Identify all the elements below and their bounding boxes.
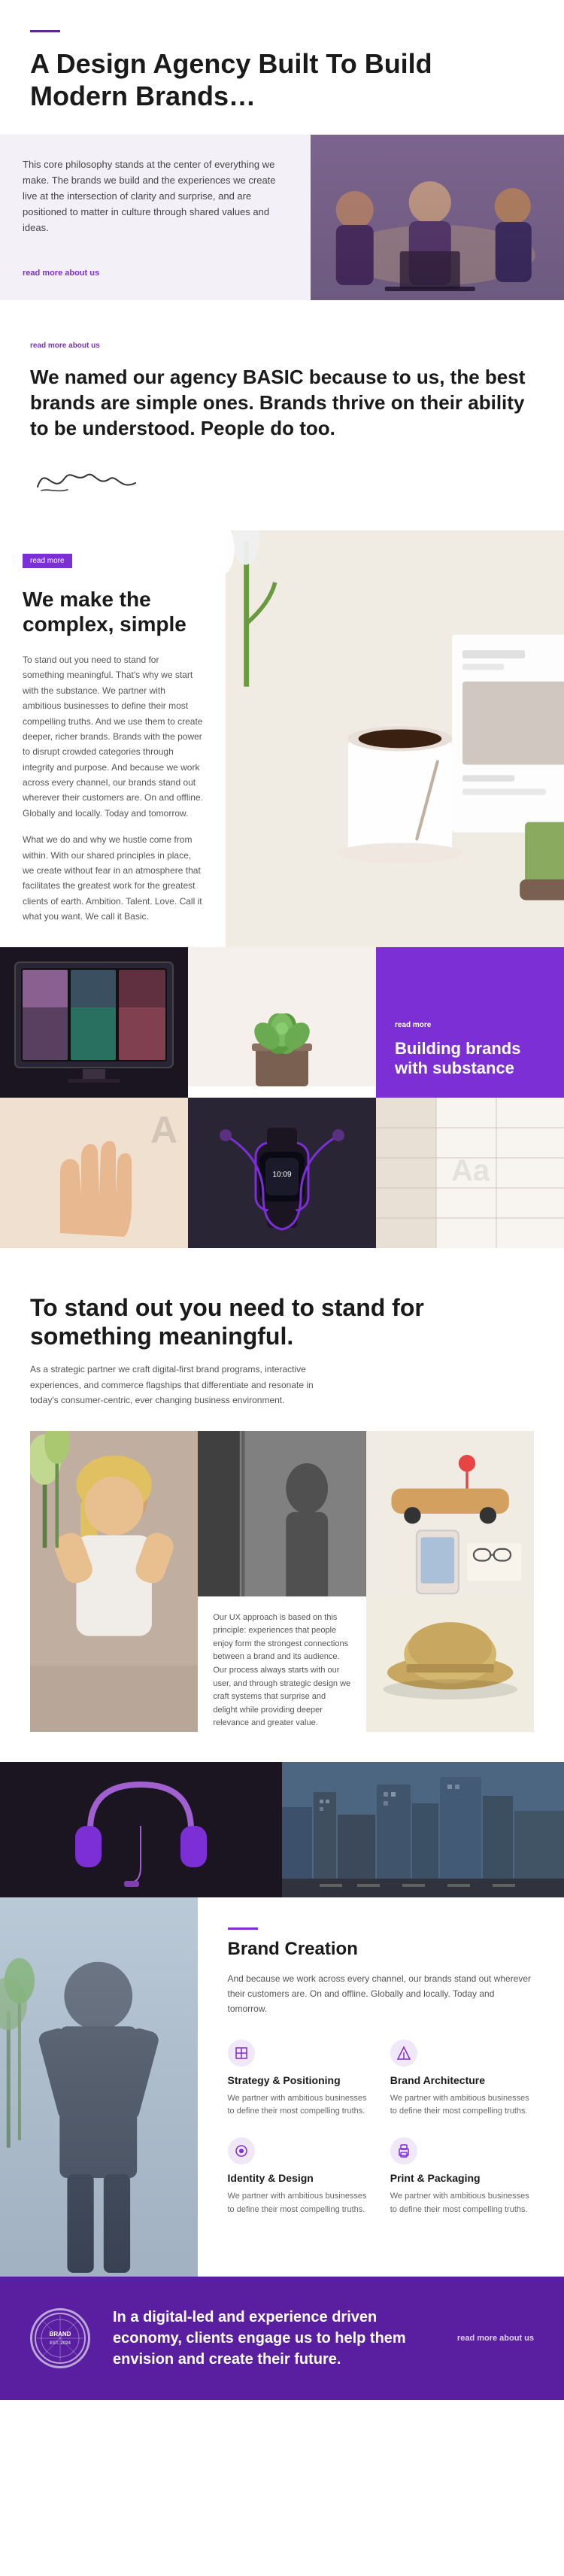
- svg-text:A: A: [150, 1109, 177, 1151]
- hero-section: A Design Agency Built To Build Modern Br…: [0, 0, 564, 300]
- stand-section: To stand out you need to stand for somet…: [0, 1248, 564, 1762]
- city-banner: [282, 1762, 564, 1897]
- signature: [30, 457, 534, 508]
- print-text: We partner with ambitious businesses to …: [390, 2190, 534, 2216]
- grid-plant-cell: [188, 947, 376, 1098]
- grid-hand-cell: A: [0, 1098, 188, 1248]
- philosophy-text: This core philosophy stands at the cente…: [23, 157, 288, 235]
- strategy-icon: [228, 2040, 255, 2067]
- service-strategy: Strategy & Positioning We partner with a…: [228, 2040, 371, 2119]
- complex-text1: To stand out you need to stand for somet…: [23, 652, 203, 821]
- svg-text:BRAND: BRAND: [50, 2331, 71, 2338]
- collage-text-area: Our UX approach is based on this princip…: [198, 1596, 365, 1732]
- bottom-read-more[interactable]: read more about us: [457, 2334, 534, 2343]
- hero-accent-line: [30, 30, 60, 32]
- identity-icon: [228, 2137, 255, 2164]
- bottom-banner: BRAND EST. 2024 In a digital-led and exp…: [0, 2277, 564, 2400]
- service-print: Print & Packaging We partner with ambiti…: [390, 2137, 534, 2216]
- grid-monitor-cell: [0, 947, 188, 1098]
- philosophy-image-bg: [311, 135, 564, 300]
- banner-section: [0, 1762, 564, 1897]
- grid-section: read more Building brands with substance…: [0, 947, 564, 1248]
- complex-left: read more We make the complex, simple To…: [0, 530, 226, 947]
- identity-text: We partner with ambitious businesses to …: [228, 2190, 371, 2216]
- brand-creation-section: Brand Creation And because we work acros…: [0, 1897, 564, 2277]
- philosophy-image: [311, 135, 564, 300]
- brand-image: [0, 1897, 198, 2277]
- complex-badge[interactable]: read more: [23, 554, 72, 568]
- philosophy-read-more[interactable]: read more about us: [23, 269, 288, 278]
- complex-title: We make the complex, simple: [23, 587, 203, 637]
- basic-read-more[interactable]: read more about us: [30, 342, 100, 350]
- print-icon: [390, 2137, 417, 2164]
- grid-pattern-cell: Aa: [376, 1098, 564, 1248]
- services-grid: Strategy & Positioning We partner with a…: [228, 2040, 535, 2216]
- basic-title: We named our agency BASIC because to us,…: [30, 365, 534, 441]
- building-title: Building brands with substance: [395, 1039, 545, 1079]
- strategy-title: Strategy & Positioning: [228, 2074, 371, 2086]
- philosophy-text-area: This core philosophy stands at the cente…: [0, 135, 311, 300]
- identity-title: Identity & Design: [228, 2172, 371, 2184]
- brand-accent-bar: [228, 1927, 258, 1930]
- headphones-banner: [0, 1762, 282, 1897]
- print-title: Print & Packaging: [390, 2172, 534, 2184]
- brand-creation-text: And because we work across every channel…: [228, 1971, 535, 2017]
- hat-photo: [366, 1596, 534, 1732]
- basic-section: read more about us We named our agency B…: [0, 300, 564, 530]
- bw-photo: [198, 1431, 365, 1596]
- bottom-banner-text: In a digital-led and experience driven e…: [113, 2307, 435, 2370]
- stand-text: As a strategic partner we craft digital-…: [30, 1362, 332, 1408]
- philosophy-banner: This core philosophy stands at the cente…: [0, 135, 564, 300]
- complex-right-image: [226, 530, 564, 947]
- items-photo: [366, 1431, 534, 1596]
- svg-text:Aa: Aa: [451, 1154, 490, 1187]
- bottom-banner-section: BRAND EST. 2024 In a digital-led and exp…: [0, 2277, 564, 2400]
- ux-text-excerpt: Our UX approach is based on this princip…: [213, 1612, 350, 1730]
- blonde-photo: [30, 1431, 198, 1732]
- complex-text2: What we do and why we hustle come from w…: [23, 832, 203, 924]
- service-identity: Identity & Design We partner with ambiti…: [228, 2137, 371, 2216]
- brand-creation-title: Brand Creation: [228, 1939, 535, 1960]
- architecture-text: We partner with ambitious businesses to …: [390, 2092, 534, 2119]
- photo-collage: Our UX approach is based on this princip…: [30, 1431, 534, 1732]
- architecture-icon: [390, 2040, 417, 2067]
- grid-building-cell: read more Building brands with substance: [376, 947, 564, 1098]
- service-architecture: Brand Architecture We partner with ambit…: [390, 2040, 534, 2119]
- brand-content: Brand Creation And because we work acros…: [198, 1897, 564, 2277]
- svg-text:10:09: 10:09: [272, 1171, 291, 1179]
- complex-section: read more We make the complex, simple To…: [0, 530, 564, 947]
- architecture-title: Brand Architecture: [390, 2074, 534, 2086]
- grid-desk-cell: 10:09: [188, 1098, 376, 1248]
- strategy-text: We partner with ambitious businesses to …: [228, 2092, 371, 2119]
- building-read-more[interactable]: read more: [395, 1021, 545, 1029]
- stand-title: To stand out you need to stand for somet…: [30, 1293, 534, 1351]
- svg-text:EST. 2024: EST. 2024: [50, 2341, 71, 2346]
- hero-title: A Design Agency Built To Build Modern Br…: [30, 47, 534, 112]
- brand-logo: BRAND EST. 2024: [30, 2308, 90, 2368]
